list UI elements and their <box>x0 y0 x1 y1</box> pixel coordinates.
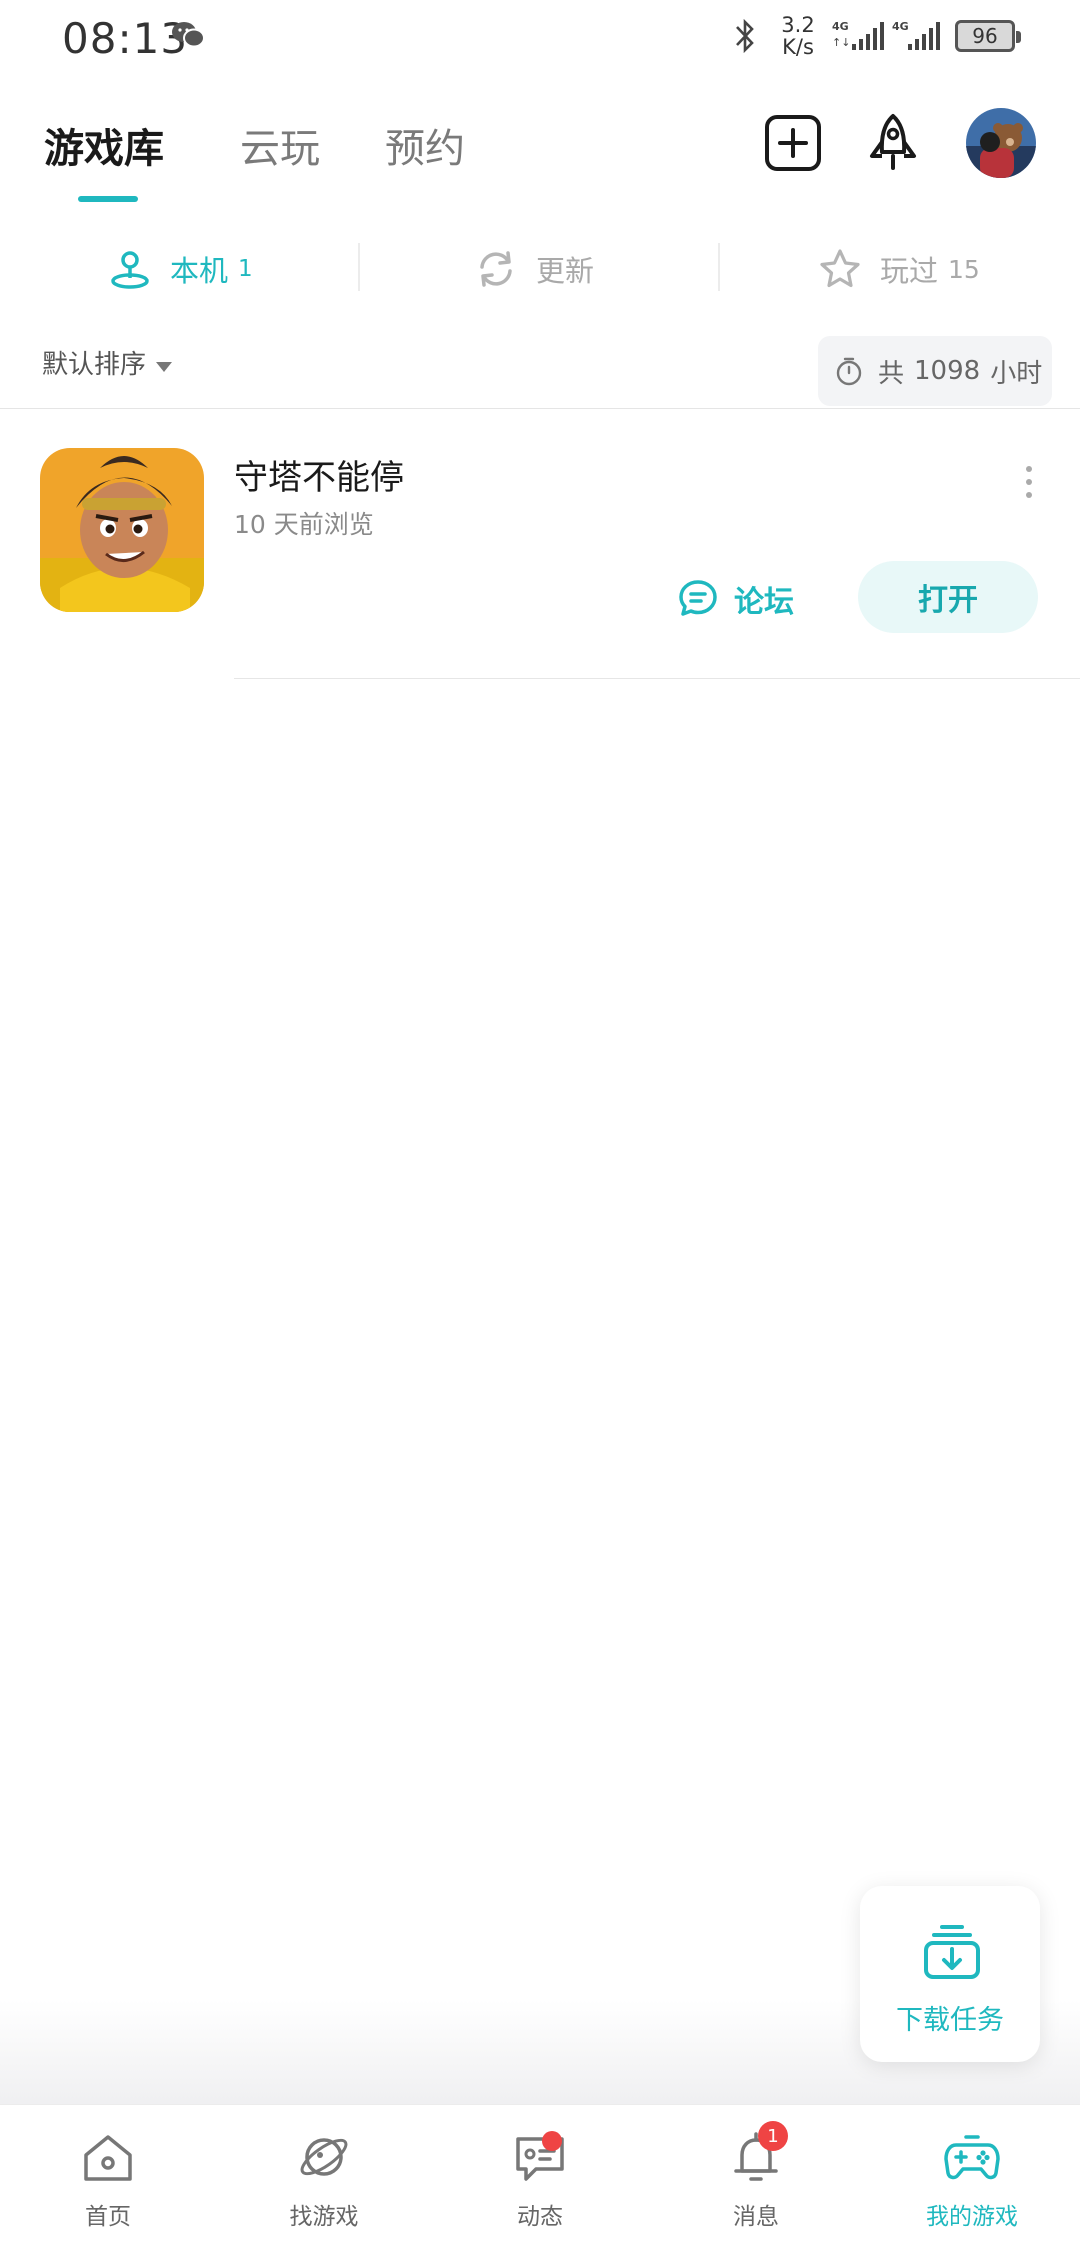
forum-button[interactable]: 论坛 <box>676 574 794 624</box>
tab-game-library[interactable]: 游戏库 <box>44 116 164 174</box>
nav-find-games-label: 找游戏 <box>289 2204 359 2230</box>
list-divider <box>234 678 1080 679</box>
feed-notification-dot <box>542 2131 562 2151</box>
game-title[interactable]: 守塔不能停 <box>234 450 404 499</box>
total-playtime-value: 1098 <box>914 356 981 386</box>
game-last-viewed: 10 天前浏览 <box>234 510 374 539</box>
add-icon[interactable] <box>762 112 824 174</box>
gamepad-icon <box>944 2135 1000 2180</box>
star-icon <box>820 249 860 288</box>
open-game-button[interactable]: 打开 <box>858 561 1038 633</box>
nav-home-label: 首页 <box>85 2204 131 2230</box>
tab-active-indicator <box>78 196 138 202</box>
tab-reservation[interactable]: 预约 <box>385 116 465 174</box>
nav-feed-label: 动态 <box>517 2204 563 2230</box>
network-speed-value: 3.2 <box>781 13 815 37</box>
avatar[interactable] <box>966 108 1036 178</box>
location-pin-icon <box>111 251 149 289</box>
nav-my-games[interactable]: 我的游戏 <box>864 2105 1080 2244</box>
rocket-icon[interactable] <box>862 112 924 174</box>
wechat-icon <box>172 22 205 48</box>
refresh-icon <box>480 251 512 287</box>
messages-badge: 1 <box>758 2121 788 2151</box>
total-playtime-badge: 共 1098 小时 <box>818 336 1052 406</box>
forum-chat-icon <box>679 580 717 616</box>
stopwatch-icon <box>836 357 862 386</box>
subtab-divider <box>358 243 360 291</box>
subtab-played-label: 玩过 <box>880 254 939 288</box>
subtab-update-label: 更新 <box>536 254 595 288</box>
svg-text:4G: 4G <box>832 20 849 33</box>
total-playtime-unit: 小时 <box>990 358 1043 389</box>
more-options-icon[interactable] <box>1022 464 1036 500</box>
subtab-local-label: 本机 <box>170 254 229 288</box>
caret-down-icon <box>156 361 173 372</box>
subtab-local-count: 1 <box>238 256 253 282</box>
planet-icon <box>300 2138 348 2176</box>
nav-home[interactable]: 首页 <box>0 2105 216 2244</box>
nav-messages[interactable]: 消息 <box>648 2105 864 2244</box>
section-divider <box>0 408 1080 409</box>
download-tray-icon <box>924 1925 980 1979</box>
home-icon <box>84 2135 132 2181</box>
total-playtime-prefix: 共 <box>878 358 905 389</box>
network-speed: 3.2 K/s <box>778 14 818 58</box>
nav-feed[interactable]: 动态 <box>432 2105 648 2244</box>
signal-4g-icon: 4G ↑↓ <box>832 20 884 50</box>
subtab-local[interactable]: 本机 1 <box>108 244 253 294</box>
sort-label: 默认排序 <box>42 350 147 380</box>
battery-indicator: 96 <box>955 20 1021 52</box>
subtab-update[interactable]: 更新 <box>474 244 594 294</box>
network-speed-unit: K/s <box>782 35 814 59</box>
game-icon[interactable] <box>40 448 204 612</box>
subtab-played[interactable]: 玩过 15 <box>818 244 980 294</box>
bottom-nav: 首页 找游戏 动态 消息 1 我的游戏 <box>0 2104 1080 2244</box>
signal-4g-icon-2: 4G <box>892 20 940 50</box>
nav-my-games-label: 我的游戏 <box>926 2204 1018 2230</box>
subtab-played-count: 15 <box>948 254 980 284</box>
nav-messages-label: 消息 <box>733 2204 779 2230</box>
svg-text:4G: 4G <box>892 20 909 33</box>
download-tasks-button[interactable]: 下载任务 <box>860 1886 1040 2062</box>
download-tasks-label: 下载任务 <box>896 2005 1004 2036</box>
subtab-divider <box>718 243 720 291</box>
tab-cloud-play[interactable]: 云玩 <box>240 116 320 174</box>
bluetooth-icon <box>736 18 754 54</box>
svg-text:↑↓: ↑↓ <box>832 36 850 49</box>
nav-find-games[interactable]: 找游戏 <box>216 2105 432 2244</box>
forum-label: 论坛 <box>734 585 794 620</box>
sort-dropdown[interactable]: 默认排序 <box>42 344 173 381</box>
